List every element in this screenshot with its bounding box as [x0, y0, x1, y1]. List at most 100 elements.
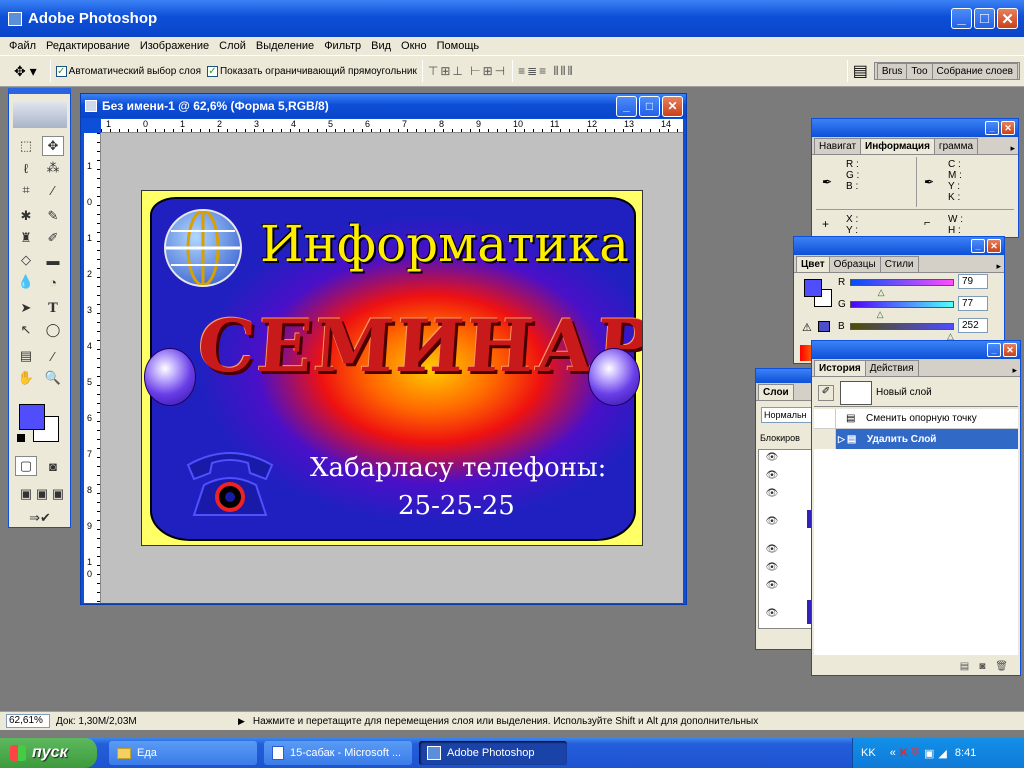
foreground-color-swatch[interactable]	[19, 404, 45, 430]
menu-filter[interactable]: Фильтр	[319, 40, 366, 52]
zoom-field[interactable]: 62,61%	[6, 714, 50, 728]
path-select-icon[interactable]: ➤	[15, 298, 37, 318]
history-panel-title-bar[interactable]: _ ✕	[812, 341, 1020, 359]
menu-view[interactable]: Вид	[366, 40, 396, 52]
color-panel-menu-icon[interactable]: ▸	[993, 261, 1004, 272]
history-panel-minimize-button[interactable]: _	[987, 343, 1001, 357]
gamut-warning-icon[interactable]: ⚠	[802, 321, 812, 334]
g-value-field[interactable]: 77	[958, 296, 988, 311]
close-button[interactable]: ✕	[997, 8, 1018, 29]
document-minimize-button[interactable]: _	[616, 95, 637, 117]
type-tool-icon[interactable]: T	[42, 298, 64, 318]
move-tool-icon[interactable]: ✥	[42, 136, 64, 156]
move-tool-preset-icon[interactable]: ✥ ▾	[14, 63, 37, 80]
stamp-tool-icon[interactable]: ♜	[15, 228, 37, 248]
network-icon[interactable]: ▣	[924, 747, 934, 760]
tab-info[interactable]: Информация	[860, 138, 935, 154]
menu-select[interactable]: Выделение	[251, 40, 319, 52]
taskbar-item-photoshop[interactable]: Adobe Photoshop	[419, 741, 567, 765]
info-panel-minimize-button[interactable]: _	[985, 121, 999, 135]
g-slider-thumb[interactable]: △	[877, 309, 884, 320]
default-colors-icon[interactable]	[17, 434, 25, 442]
pen-tool-icon[interactable]: ↖	[15, 320, 37, 340]
color-panel-title-bar[interactable]: _ ✕	[794, 237, 1004, 255]
brush-tool-icon[interactable]: ✎	[42, 206, 64, 226]
info-panel-close-button[interactable]: ✕	[1001, 121, 1015, 135]
eraser-tool-icon[interactable]: ◇	[15, 250, 37, 270]
slice-tool-icon[interactable]: ⁄	[42, 180, 64, 200]
document-close-button[interactable]: ✕	[662, 95, 683, 117]
b-value-field[interactable]: 252	[958, 318, 988, 333]
distribute-buttons-icon[interactable]: ≡≣≡ ⫴⫴⫴	[518, 64, 575, 79]
marquee-tool-icon[interactable]: ⬚	[15, 136, 37, 156]
r-slider-thumb[interactable]: △	[878, 287, 885, 298]
tab-histogram[interactable]: грамма	[933, 138, 979, 154]
history-brush-source-icon[interactable]: ✐	[818, 384, 834, 401]
start-button[interactable]: пуск	[0, 738, 97, 768]
history-item[interactable]: ▤ Сменить опорную точку	[814, 408, 1018, 429]
shape-tool-icon[interactable]: ◯	[42, 320, 64, 340]
tab-history[interactable]: История	[814, 360, 866, 376]
lasso-tool-icon[interactable]: ℓ	[15, 158, 37, 178]
tab-styles[interactable]: Стили	[879, 256, 919, 272]
eye-icon[interactable]: 👁	[765, 488, 779, 499]
info-panel-menu-icon[interactable]: ▸	[1007, 143, 1018, 154]
jump-to-imageready-icon[interactable]: ⇒✔	[23, 508, 57, 528]
history-brush-icon[interactable]: ✐	[42, 228, 64, 248]
taskbar-item-word[interactable]: 15-сабак - Microsoft ...	[264, 741, 412, 765]
tray-arrow-icon[interactable]: «	[890, 747, 896, 759]
quick-mask-icon[interactable]: ◙	[42, 456, 64, 476]
minimize-button[interactable]: _	[951, 8, 972, 29]
tab-layers[interactable]: Слои	[758, 384, 794, 400]
history-state-pointer-icon[interactable]: ▷	[838, 434, 845, 445]
menu-image[interactable]: Изображение	[135, 40, 214, 52]
notes-tool-icon[interactable]: ▤	[15, 346, 37, 366]
new-document-icon[interactable]: ▤	[960, 661, 969, 672]
app-title-bar[interactable]: Adobe Photoshop _ □ ✕	[0, 0, 1024, 37]
tab-swatches[interactable]: Образцы	[828, 256, 881, 272]
menu-window[interactable]: Окно	[396, 40, 432, 52]
g-slider[interactable]: △	[850, 301, 954, 319]
hand-tool-icon[interactable]: ✋	[15, 368, 37, 388]
document-maximize-button[interactable]: □	[639, 95, 660, 117]
b-slider[interactable]: △	[850, 323, 954, 341]
history-panel-menu-icon[interactable]: ▸	[1009, 365, 1020, 376]
info-panel-title-bar[interactable]: _ ✕	[812, 119, 1018, 137]
gradient-tool-icon[interactable]: ▬	[42, 250, 64, 270]
menu-help[interactable]: Помощь	[432, 40, 485, 52]
antivirus-icon[interactable]: K	[900, 747, 908, 759]
show-bounds-checkbox[interactable]: ✓	[206, 65, 218, 77]
gamut-swatch[interactable]	[818, 321, 830, 332]
document-title-bar[interactable]: Без имени-1 @ 62,6% (Форма 5,RGB/8) _ □ …	[81, 94, 686, 118]
poster-canvas[interactable]: Информатика СЕМИНАР Хабарласу телефоны: …	[141, 190, 643, 546]
healing-brush-icon[interactable]: ✱	[15, 206, 37, 226]
blur-tool-icon[interactable]: 💧	[15, 272, 37, 292]
tab-actions[interactable]: Действия	[864, 360, 919, 376]
menu-layer[interactable]: Слой	[214, 40, 251, 52]
history-panel-close-button[interactable]: ✕	[1003, 343, 1017, 357]
eye-icon[interactable]: 👁	[765, 516, 779, 527]
r-slider[interactable]: △	[850, 279, 954, 297]
color-panel-minimize-button[interactable]: _	[971, 239, 985, 253]
tab-color[interactable]: Цвет	[796, 256, 830, 272]
palette-well-tab-brushes[interactable]: Brus	[876, 63, 908, 79]
r-value-field[interactable]: 79	[958, 274, 988, 289]
menu-file[interactable]: Файл	[4, 40, 41, 52]
history-snapshot-row[interactable]: ✐ Новый слой	[814, 379, 1018, 407]
language-indicator[interactable]: KK	[861, 747, 876, 759]
eyedropper-icon[interactable]: ⁄	[42, 346, 64, 366]
palette-well-icon[interactable]: ▤	[853, 61, 868, 81]
status-arrow-icon[interactable]: ▶	[238, 716, 245, 727]
color-panel-fg-swatch[interactable]	[804, 279, 822, 297]
zoom-tool-icon[interactable]: 🔍	[42, 368, 64, 388]
shield-icon[interactable]: ⛨	[912, 747, 920, 760]
fullscreen-icon[interactable]: ▣	[47, 484, 69, 504]
eye-icon[interactable]: 👁	[765, 470, 779, 481]
menu-edit[interactable]: Редактирование	[41, 40, 135, 52]
trash-icon[interactable]: 🗑	[995, 661, 1008, 672]
taskbar-item-folder[interactable]: Еда	[109, 741, 257, 765]
eye-icon[interactable]: 👁	[765, 608, 779, 619]
dodge-tool-icon[interactable]: ◔	[42, 272, 64, 292]
tab-navigator[interactable]: Навигат	[814, 138, 862, 154]
auto-select-checkbox[interactable]: ✓	[55, 65, 67, 77]
